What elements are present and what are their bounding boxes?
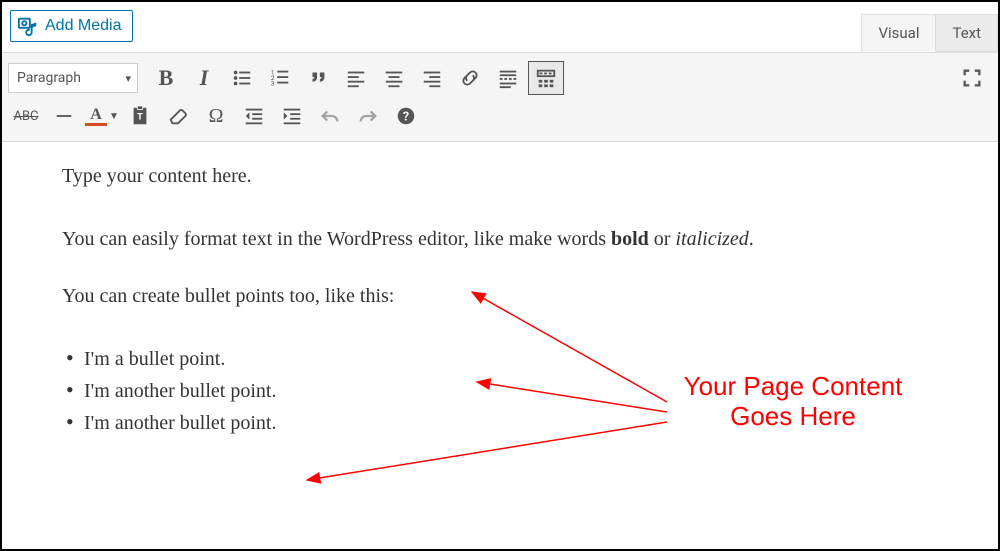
text: or [649, 228, 676, 250]
outdent-button[interactable] [236, 99, 272, 133]
toolbar-row-1: Paragraph B I 123 [8, 59, 992, 97]
clear-formatting-button[interactable] [160, 99, 196, 133]
kitchen-sink-icon [535, 67, 557, 89]
eraser-icon [167, 105, 189, 127]
content-paragraph: Type your content here. [62, 162, 938, 191]
link-button[interactable] [452, 61, 488, 95]
format-dropdown[interactable]: Paragraph [8, 63, 138, 93]
horizontal-rule-button[interactable] [46, 99, 82, 133]
editor-content-area[interactable]: Type your content here. You can easily f… [2, 142, 998, 461]
toolbar-toggle-button[interactable] [528, 61, 564, 95]
undo-icon [319, 105, 341, 127]
help-icon: ? [395, 105, 417, 127]
undo-button[interactable] [312, 99, 348, 133]
numbered-list-button[interactable]: 123 [262, 61, 298, 95]
bold-text: bold [611, 228, 649, 250]
align-right-button[interactable] [414, 61, 450, 95]
indent-button[interactable] [274, 99, 310, 133]
special-character-button[interactable]: Ω [198, 99, 234, 133]
format-selected-label: Paragraph [17, 70, 81, 86]
redo-icon [357, 105, 379, 127]
add-media-label: Add Media [45, 17, 122, 35]
outdent-icon [243, 105, 265, 127]
align-left-icon [345, 67, 367, 89]
fullscreen-button[interactable] [954, 61, 990, 95]
quote-icon [307, 67, 329, 89]
bullet-list-icon [231, 67, 253, 89]
help-button[interactable]: ? [388, 99, 424, 133]
text-color-button[interactable]: A ▼ [84, 99, 120, 133]
redo-button[interactable] [350, 99, 386, 133]
text-color-icon: A [85, 106, 107, 126]
media-bar: Add Media Visual Text [2, 2, 998, 52]
content-paragraph: You can easily format text in the WordPr… [62, 225, 938, 254]
align-center-button[interactable] [376, 61, 412, 95]
clipboard-t-icon: T [129, 105, 151, 127]
link-icon [459, 67, 481, 89]
blockquote-button[interactable] [300, 61, 336, 95]
list-item: I'm another bullet point. [66, 409, 938, 438]
numbered-list-icon: 123 [269, 67, 291, 89]
paste-text-button[interactable]: T [122, 99, 158, 133]
svg-text:T: T [137, 113, 143, 123]
align-right-icon [421, 67, 443, 89]
list-item: I'm another bullet point. [66, 377, 938, 406]
hr-icon [53, 105, 75, 127]
content-paragraph: You can create bullet points too, like t… [62, 282, 938, 311]
list-item: I'm a bullet point. [66, 345, 938, 374]
italic-text: italicized [675, 228, 748, 250]
editor-tabs: Visual Text [862, 14, 998, 52]
tab-text[interactable]: Text [935, 14, 998, 52]
tab-visual[interactable]: Visual [861, 14, 936, 52]
align-left-button[interactable] [338, 61, 374, 95]
bullet-list-button[interactable] [224, 61, 260, 95]
camera-music-icon [17, 15, 39, 37]
text: You can easily format text in the WordPr… [62, 228, 611, 250]
editor-wrapper: Add Media Visual Text Paragraph B I 123 [0, 0, 1000, 551]
svg-text:?: ? [403, 110, 409, 125]
read-more-icon [497, 67, 519, 89]
align-center-icon [383, 67, 405, 89]
text: . [749, 228, 754, 250]
strikethrough-button[interactable]: ABC [8, 99, 44, 133]
editor-toolbar: Paragraph B I 123 [2, 52, 998, 142]
add-media-button[interactable]: Add Media [10, 10, 133, 42]
svg-text:3: 3 [271, 79, 275, 87]
chevron-down-icon: ▼ [109, 111, 119, 122]
italic-button[interactable]: I [186, 61, 222, 95]
fullscreen-icon [961, 67, 983, 89]
read-more-button[interactable] [490, 61, 526, 95]
indent-icon [281, 105, 303, 127]
toolbar-row-2: ABC A ▼ T Ω [8, 97, 992, 135]
bullet-list: I'm a bullet point. I'm another bullet p… [62, 345, 938, 438]
bold-button[interactable]: B [148, 61, 184, 95]
